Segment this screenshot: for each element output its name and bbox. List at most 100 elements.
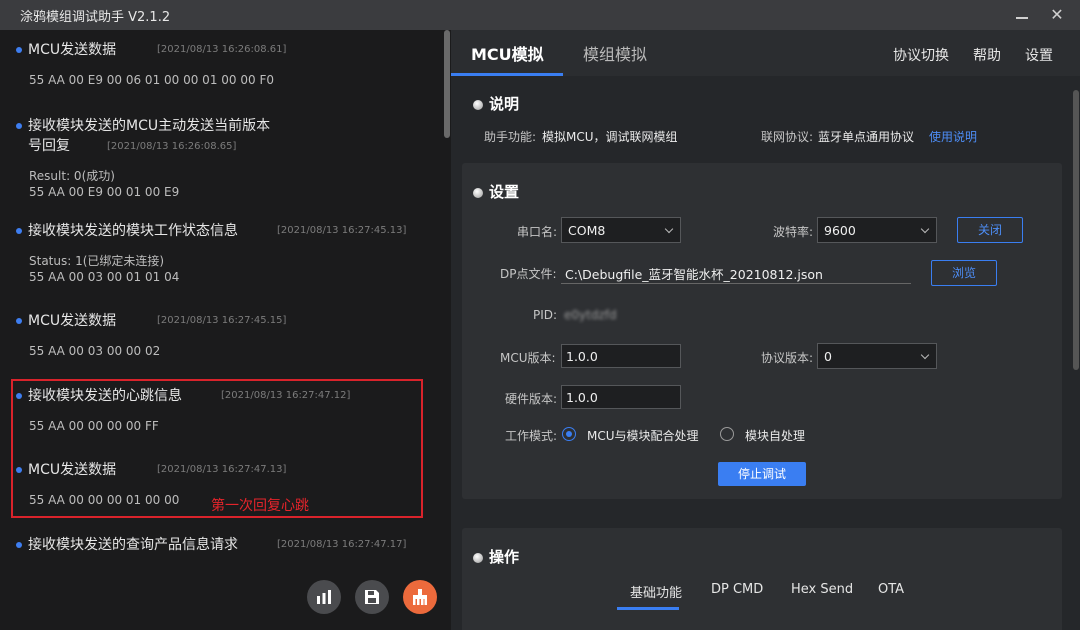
log-title: 接收模块发送的查询产品信息请求 (28, 537, 238, 553)
hw-version-label: 硬件版本: (505, 392, 558, 406)
log-panel: MCU发送数据 [2021/08/13 16:26:08.61] 55 AA 0… (0, 30, 451, 630)
mcu-version-label: MCU版本: (500, 351, 556, 365)
tab-bar: MCU模拟 模组模拟 协议切换 帮助 设置 (451, 30, 1080, 76)
active-op-tab-indicator (617, 607, 679, 610)
bar-chart-icon (317, 590, 331, 604)
chevron-down-icon (920, 224, 930, 234)
port-label: 串口名: (517, 225, 558, 239)
settings-card (462, 163, 1062, 499)
dp-file-label: DP点文件: (500, 267, 557, 281)
chevron-down-icon (664, 224, 674, 234)
mode-option-module[interactable]: 模块自处理 (745, 427, 805, 444)
bullet-icon (16, 318, 22, 324)
log-scrollbar[interactable] (444, 30, 450, 138)
minimize-icon[interactable] (1013, 6, 1031, 24)
dp-file-field[interactable]: C:\Debugfile_蓝牙智能水杯_20210812.json (561, 260, 911, 284)
log-line: Result: 0(成功) (29, 169, 115, 183)
log-time: [2021/08/13 16:27:47.17] (277, 539, 407, 550)
log-title: MCU发送数据 (28, 462, 117, 478)
settings-menu[interactable]: 设置 (1025, 45, 1053, 65)
bullet-icon (16, 228, 22, 234)
log-message: MCU发送数据 [2021/08/13 16:26:08.61] 55 AA 0… (16, 40, 436, 88)
title-bar: 涂鸦模组调试助手 V2.1.2 ✕ (0, 0, 1080, 30)
log-message: 接收模块发送的模块工作状态信息 [2021/08/13 16:27:45.13]… (16, 221, 436, 285)
log-time: [2021/08/13 16:26:08.61] (157, 44, 287, 55)
protocol-switch-menu[interactable]: 协议切换 (893, 45, 949, 65)
annotation-text: 第一次回复心跳 (211, 498, 309, 514)
log-line: 55 AA 00 03 00 00 02 (29, 344, 161, 358)
save-button[interactable] (355, 580, 389, 614)
log-time: [2021/08/13 16:27:45.13] (277, 225, 407, 236)
help-menu[interactable]: 帮助 (973, 45, 1001, 65)
protocol-version-value: 0 (824, 349, 832, 364)
function-value: 模拟MCU，调试联网模组 (542, 130, 678, 144)
section-icon (473, 553, 483, 563)
protocol-version-select[interactable]: 0 (817, 343, 937, 369)
bullet-icon (16, 123, 22, 129)
operation-card (462, 528, 1062, 630)
chevron-down-icon (920, 350, 930, 360)
port-close-button[interactable]: 关闭 (957, 217, 1023, 243)
broom-icon (413, 589, 427, 605)
bullet-icon (16, 47, 22, 53)
log-line: 55 AA 00 00 00 00 FF (29, 419, 159, 433)
operation-title-text: 操作 (489, 548, 520, 566)
log-message: 接收模块发送的查询产品信息请求 [2021/08/13 16:27:47.17] (16, 535, 436, 555)
port-value: COM8 (568, 223, 606, 238)
log-time: [2021/08/13 16:26:08.65] (107, 141, 237, 152)
protocol-label: 联网协议: (761, 130, 814, 144)
log-line: 55 AA 00 E9 00 06 01 00 00 01 00 00 F0 (29, 73, 274, 87)
log-time: [2021/08/13 16:27:47.12] (221, 390, 351, 401)
operation-title: 操作 (473, 546, 519, 567)
mode-radio-mcu[interactable] (562, 427, 576, 441)
log-line: 55 AA 00 E9 00 01 00 E9 (29, 185, 180, 199)
chart-button[interactable] (307, 580, 341, 614)
tab-basic-function[interactable]: 基础功能 (630, 582, 682, 601)
tab-ota[interactable]: OTA (878, 582, 904, 597)
active-tab-indicator (451, 73, 563, 76)
settings-title: 设置 (473, 181, 519, 202)
mode-label: 工作模式: (505, 429, 558, 443)
window-title: 涂鸦模组调试助手 V2.1.2 (20, 9, 171, 25)
protocol-version-label: 协议版本: (761, 351, 814, 365)
section-icon (473, 100, 483, 110)
settings-title-text: 设置 (489, 183, 520, 201)
intro-title: 说明 (473, 93, 519, 114)
mode-radio-module[interactable] (720, 427, 734, 441)
tab-dp-cmd[interactable]: DP CMD (711, 582, 763, 597)
browse-button[interactable]: 浏览 (931, 260, 997, 286)
pid-label: PID: (533, 308, 558, 322)
port-select[interactable]: COM8 (561, 217, 681, 243)
baud-label: 波特率: (773, 225, 814, 239)
floppy-icon (365, 590, 379, 604)
hw-version-field[interactable]: 1.0.0 (561, 385, 681, 409)
bullet-icon (16, 467, 22, 473)
bullet-icon (16, 393, 22, 399)
log-title: MCU发送数据 (28, 42, 117, 58)
usage-link[interactable]: 使用说明 (929, 128, 977, 145)
log-message: 接收模块发送的MCU主动发送当前版本 号回复 [2021/08/13 16:26… (16, 116, 436, 200)
log-line: 55 AA 00 03 00 01 01 04 (29, 270, 180, 284)
tab-mcu-sim[interactable]: MCU模拟 (471, 41, 544, 65)
baud-select[interactable]: 9600 (817, 217, 937, 243)
log-title: MCU发送数据 (28, 313, 117, 329)
tab-hex-send[interactable]: Hex Send (791, 582, 853, 597)
close-icon[interactable]: ✕ (1048, 6, 1066, 24)
log-title: 接收模块发送的MCU主动发送当前版本 (28, 118, 271, 134)
clear-button[interactable] (403, 580, 437, 614)
protocol-value: 蓝牙单点通用协议 (818, 130, 915, 144)
bullet-icon (16, 542, 22, 548)
log-title: 接收模块发送的心跳信息 (28, 388, 182, 404)
main-panel: MCU模拟 模组模拟 协议切换 帮助 设置 说明 助手功能: 模拟MCU，调试联… (451, 30, 1080, 630)
mcu-version-field[interactable]: 1.0.0 (561, 344, 681, 368)
mode-option-mcu[interactable]: MCU与模块配合处理 (587, 427, 699, 444)
section-icon (473, 188, 483, 198)
baud-value: 9600 (824, 223, 856, 238)
tab-module-sim[interactable]: 模组模拟 (583, 41, 647, 65)
stop-debug-button[interactable]: 停止调试 (718, 462, 806, 486)
log-time: [2021/08/13 16:27:47.13] (157, 464, 287, 475)
log-line: Status: 1(已绑定未连接) (29, 254, 165, 268)
log-time: [2021/08/13 16:27:45.15] (157, 315, 287, 326)
log-message: MCU发送数据 [2021/08/13 16:27:45.15] 55 AA 0… (16, 311, 436, 359)
main-scrollbar[interactable] (1073, 90, 1079, 370)
